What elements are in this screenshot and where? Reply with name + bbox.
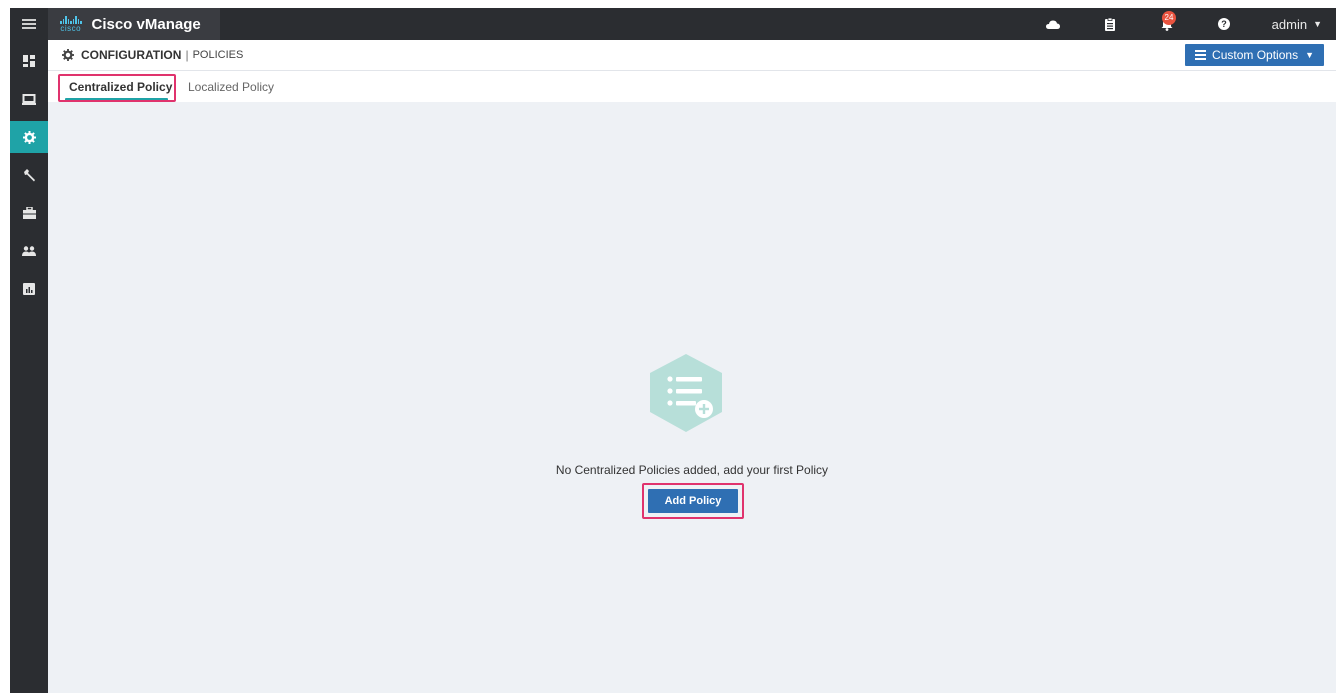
add-policy-button[interactable]: Add Policy [648, 489, 738, 513]
chevron-down-icon: ▼ [1313, 19, 1322, 29]
tab-label: Localized Policy [188, 79, 275, 94]
maintenance-icon[interactable] [10, 197, 48, 229]
empty-state: No Centralized Policies added, add your … [48, 102, 1336, 693]
help-icon[interactable]: ? [1212, 8, 1236, 40]
app-title: Cisco vManage [91, 15, 201, 33]
cisco-logo-word: cisco [60, 23, 82, 33]
gear-icon [62, 49, 74, 61]
cloud-icon[interactable] [1041, 8, 1065, 40]
custom-options-label: Custom Options [1212, 48, 1299, 62]
empty-state-message: No Centralized Policies added, add your … [555, 463, 829, 477]
tab-localized-policy[interactable]: Localized Policy [188, 71, 274, 102]
menu-icon[interactable] [10, 8, 48, 40]
username: admin [1271, 16, 1308, 32]
add-list-icon [650, 354, 722, 432]
app-window: cisco Cisco vManage 24 ? admin ▼ CONFIGU… [10, 8, 1336, 693]
left-nav-rail [10, 8, 48, 693]
notification-badge: 24 [1162, 11, 1176, 25]
top-bar: cisco Cisco vManage 24 ? admin ▼ [48, 8, 1336, 40]
custom-options-button[interactable]: Custom Options ▼ [1185, 44, 1324, 66]
task-list-icon[interactable] [1098, 8, 1122, 40]
monitor-icon[interactable] [10, 83, 48, 115]
tab-label: Centralized Policy [69, 79, 173, 94]
brand[interactable]: cisco Cisco vManage [48, 8, 220, 40]
list-icon [1195, 48, 1207, 62]
policy-tabs: Centralized Policy Localized Policy [48, 71, 1336, 102]
dashboard-icon[interactable] [10, 45, 48, 77]
chevron-down-icon: ▼ [1305, 50, 1314, 60]
configuration-icon[interactable] [10, 121, 48, 153]
analytics-icon[interactable] [10, 273, 48, 305]
administration-icon[interactable] [10, 235, 48, 267]
breadcrumb-page: POLICIES [192, 49, 244, 61]
active-tab-indicator [65, 98, 168, 101]
breadcrumb-separator: | [185, 48, 189, 62]
svg-text:?: ? [1221, 19, 1227, 29]
user-menu[interactable]: admin ▼ [1272, 8, 1322, 40]
breadcrumb-section: CONFIGURATION [81, 48, 182, 62]
page-header: CONFIGURATION | POLICIES Custom Options … [48, 40, 1336, 71]
bell-icon[interactable]: 24 [1153, 8, 1181, 40]
tools-icon[interactable] [10, 159, 48, 191]
cisco-logo: cisco [60, 15, 82, 33]
